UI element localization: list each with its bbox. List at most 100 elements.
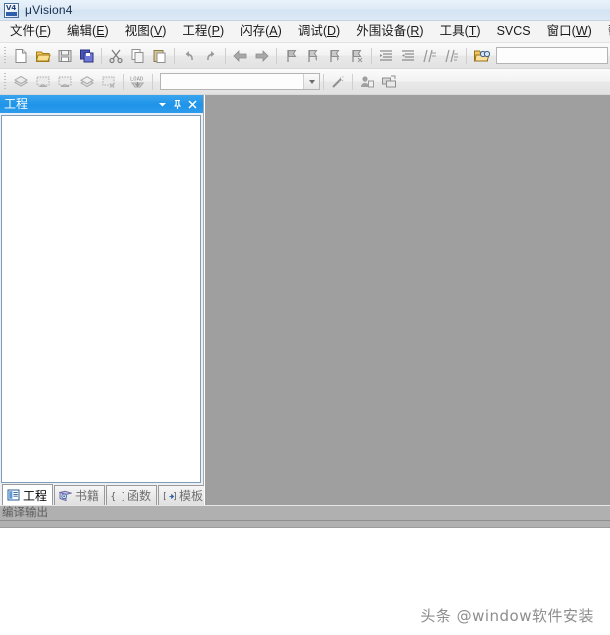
status-bar [0, 521, 610, 528]
menu-item-file[interactable]: 文件(F) [2, 22, 59, 41]
svg-text:[ ]: [ ] [162, 492, 176, 502]
functions-glyph: { } [110, 491, 124, 502]
toolbar-separator [323, 73, 324, 90]
project-dock-panel: 工程 工程 书籍 {函数 [模板 [0, 95, 210, 505]
manage-components-button[interactable] [356, 71, 378, 93]
undo-arrow-icon [185, 50, 193, 60]
copy-icon [131, 48, 144, 63]
comment-button[interactable] [419, 45, 441, 67]
redo-arrow-icon [207, 50, 215, 60]
toolbar-separator [123, 73, 124, 90]
menu-label-edit: 编辑 [67, 24, 93, 38]
menu-label-view: 视图 [124, 24, 150, 38]
find-search-input[interactable] [496, 47, 608, 64]
svg-text:LOAD: LOAD [130, 76, 143, 82]
tab-project-label: 工程 [23, 488, 48, 503]
bookmark-toggle-button[interactable] [280, 45, 302, 67]
menu-item-debug[interactable]: 调试(D) [290, 22, 348, 41]
project-panel-title: 工程 [4, 97, 29, 111]
pin-icon[interactable] [170, 97, 185, 112]
open-file-button[interactable] [32, 45, 54, 67]
batch-build-button [76, 71, 98, 93]
outdent-button[interactable] [397, 45, 419, 67]
menu-item-svcs[interactable]: SVCS [489, 22, 539, 41]
save-all-button[interactable] [76, 45, 98, 67]
uvision4-window: V4 μVision4 文件(F) 编辑(E) 视图(V) 工程(P) 闪存(A… [0, 0, 610, 528]
rebuild-all-button [54, 71, 76, 93]
outdent-icon [402, 49, 414, 61]
menu-mnemonic-project: P [211, 24, 220, 38]
project-tree[interactable] [1, 115, 201, 483]
find-in-files-button[interactable] [470, 45, 492, 67]
multi-project-button[interactable] [378, 71, 400, 93]
toolbar-separator [152, 73, 153, 90]
chevron-down-icon[interactable] [155, 97, 170, 112]
uvision4-icon-text: V4 [6, 3, 17, 12]
menu-item-view[interactable]: 视图(V) [117, 22, 175, 41]
magic-wand-icon [332, 75, 344, 88]
project-panel-titlebar: 工程 [0, 95, 203, 113]
menu-item-peripherals[interactable]: 外围设备(R) [348, 22, 431, 41]
tab-books[interactable]: 书籍 [54, 485, 106, 505]
menu-item-window[interactable]: 窗口(W) [539, 22, 600, 41]
project-glyph [7, 489, 19, 501]
toolbar-grip[interactable] [3, 72, 8, 91]
bookmark-clear-button[interactable] [346, 45, 368, 67]
menu-label-svcs: SVCS [496, 24, 531, 38]
build-toolbar: LOAD [0, 69, 610, 95]
copy-button[interactable] [127, 45, 149, 67]
menu-label-flash: 闪存 [240, 24, 266, 38]
menu-item-tools[interactable]: 工具(T) [432, 22, 489, 41]
navigate-back-button[interactable] [229, 45, 251, 67]
toolbar-separator [352, 73, 353, 90]
tab-templates-label: 模板 [179, 489, 204, 503]
menu-mnemonic-view: V [153, 24, 163, 38]
batch-build-icon [79, 75, 94, 87]
mdi-workspace[interactable] [204, 95, 610, 505]
menu-item-flash[interactable]: 闪存(A) [232, 22, 290, 41]
download-load-icon: LOAD [130, 76, 144, 87]
rebuild-icon [58, 76, 71, 87]
menu-label-window: 窗口 [546, 24, 572, 38]
title-bar: V4 μVision4 [0, 0, 610, 21]
menu-item-edit[interactable]: 编辑(E) [59, 22, 117, 41]
arrow-right-icon [255, 49, 269, 62]
bookmark-next-button[interactable] [324, 45, 346, 67]
menu-item-project[interactable]: 工程(P) [174, 22, 232, 41]
uvision4-icon-bar [6, 11, 17, 16]
menu-label-debug: 调试 [297, 24, 323, 38]
watermark: 头条 @window软件安装 [420, 607, 594, 625]
navigate-forward-button[interactable] [251, 45, 273, 67]
bookmark-next-icon [330, 49, 340, 62]
save-button[interactable] [54, 45, 76, 67]
new-file-icon [15, 48, 27, 63]
toolbar-grip[interactable] [3, 46, 8, 65]
cut-button[interactable] [105, 45, 127, 67]
bookmark-icon [287, 49, 297, 62]
chevron-down-glyph [159, 102, 166, 106]
bookmark-prev-button[interactable] [302, 45, 324, 67]
tab-templates[interactable]: [ ] 模板 [158, 485, 210, 505]
indent-button[interactable] [375, 45, 397, 67]
scissors-icon [109, 49, 123, 63]
chevron-down-icon[interactable] [303, 74, 319, 89]
redo-button[interactable] [200, 45, 222, 67]
save-all-icon [80, 49, 94, 62]
target-select[interactable] [160, 73, 320, 90]
tab-functions[interactable]: { } 函数 [106, 485, 158, 505]
build-target-button [32, 71, 54, 93]
tab-project[interactable]: 工程 [2, 484, 54, 505]
build-output-panel[interactable]: 编译输出 [0, 505, 610, 521]
save-disk-icon [58, 49, 72, 62]
uncomment-button[interactable] [441, 45, 463, 67]
target-options-button[interactable] [327, 71, 349, 93]
uvision4-icon: V4 [4, 2, 19, 18]
multi-project-icon [382, 75, 396, 87]
menu-item-help[interactable]: 帮助(H) [600, 22, 610, 41]
close-icon[interactable] [185, 97, 200, 112]
undo-button[interactable] [178, 45, 200, 67]
build-icon [36, 76, 49, 87]
paste-button[interactable] [149, 45, 171, 67]
translate-button [10, 71, 32, 93]
new-file-button[interactable] [10, 45, 32, 67]
